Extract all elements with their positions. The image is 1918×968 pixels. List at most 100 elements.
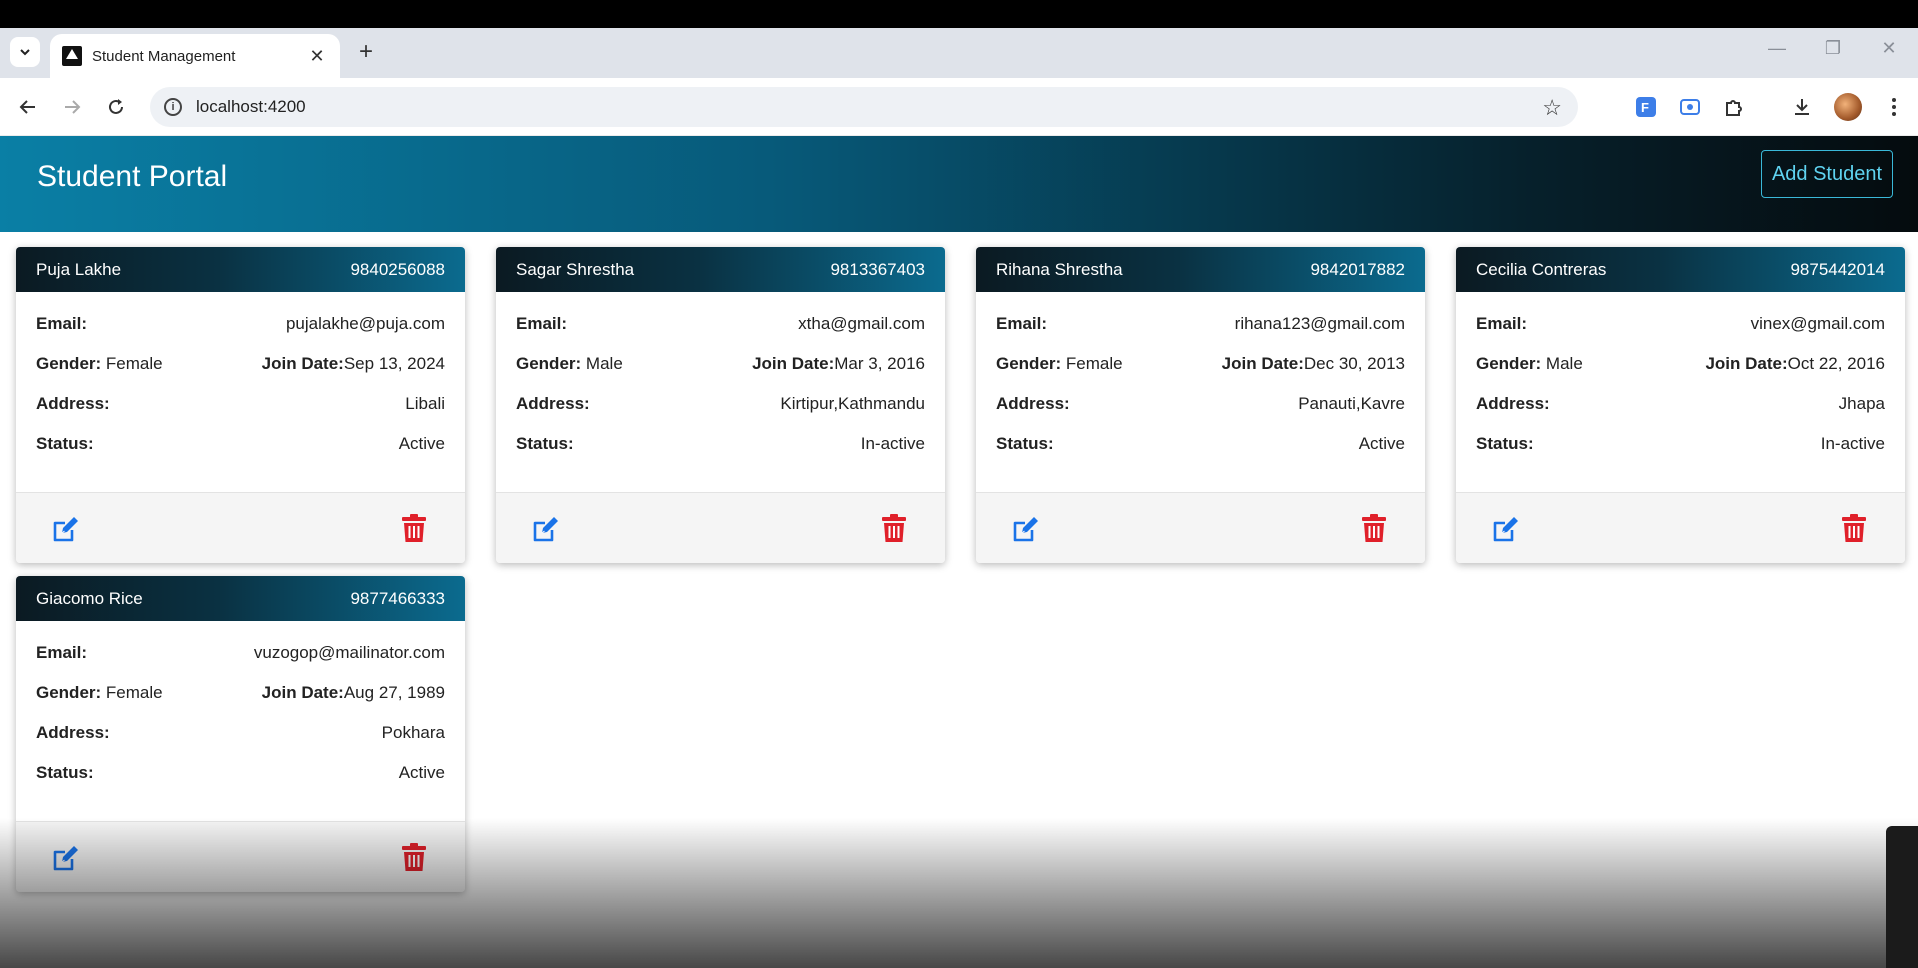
student-phone: 9842017882 [1310, 259, 1405, 279]
card-body: Email: vuzogop@mailinator.com Gender: Fe… [16, 621, 465, 821]
gender-value: Female [1065, 354, 1123, 373]
card-actions [1456, 492, 1905, 563]
extension-f-icon[interactable]: F [1632, 93, 1660, 121]
card-header: Sagar Shrestha 9813367403 [496, 247, 945, 292]
profile-avatar[interactable] [1834, 93, 1862, 121]
card-actions [16, 492, 465, 563]
student-name: Puja Lakhe [36, 259, 122, 279]
tab-title: Student Management [92, 47, 236, 65]
email-label: Email: [516, 314, 568, 333]
trash-icon[interactable] [880, 513, 908, 543]
status-label: Status: [996, 434, 1054, 453]
join-date-label: Join Date: [261, 354, 344, 373]
edit-icon[interactable] [530, 513, 562, 545]
gender-value: Male [1545, 354, 1583, 373]
restore-icon[interactable]: ❐ [1818, 38, 1848, 59]
site-favicon-icon [62, 46, 82, 66]
join-date-label: Join Date: [261, 683, 344, 702]
email-label: Email: [996, 314, 1048, 333]
trash-icon[interactable] [1840, 513, 1868, 543]
email-row: Email: vuzogop@mailinator.com [36, 633, 445, 673]
edit-icon[interactable] [50, 513, 82, 545]
join-date-value: Dec 30, 2013 [1303, 354, 1405, 373]
join-group: Join Date:Oct 22, 2016 [1705, 354, 1885, 374]
chevron-down-icon [20, 49, 30, 56]
card-body: Email: pujalakhe@puja.com Gender: Female… [16, 292, 465, 492]
email-row: Email: pujalakhe@puja.com [36, 304, 445, 344]
student-card: Sagar Shrestha 9813367403 Email: xtha@gm… [496, 247, 945, 563]
download-icon[interactable] [1788, 93, 1816, 121]
email-row: Email: xtha@gmail.com [516, 304, 925, 344]
student-card: Cecilia Contreras 9875442014 Email: vine… [1456, 247, 1905, 563]
status-row: Status: Active [996, 424, 1405, 464]
address-row: Address: Kirtipur,Kathmandu [516, 384, 925, 424]
join-date-label: Join Date: [1221, 354, 1304, 373]
url-text: localhost:4200 [196, 97, 306, 116]
forward-arrow-icon[interactable] [58, 93, 86, 121]
edit-icon[interactable] [1010, 513, 1042, 545]
card-header: Puja Lakhe 9840256088 [16, 247, 465, 292]
screen-record-icon[interactable] [1676, 93, 1704, 121]
student-phone: 9840256088 [350, 259, 445, 279]
site-info-icon[interactable]: i [164, 98, 182, 116]
edit-icon[interactable] [50, 842, 82, 874]
add-student-button[interactable]: Add Student [1761, 150, 1893, 198]
address-value: Libali [405, 394, 445, 413]
gender-join-row: Gender: Male Join Date:Mar 3, 2016 [516, 344, 925, 384]
gender-value: Female [105, 354, 163, 373]
address-label: Address: [36, 394, 110, 413]
tab-search-button[interactable] [10, 37, 40, 67]
email-label: Email: [1476, 314, 1528, 333]
join-group: Join Date:Aug 27, 1989 [262, 683, 445, 703]
join-date-value: Aug 27, 1989 [343, 683, 445, 702]
status-value: Active [398, 763, 445, 782]
gender-value: Female [105, 683, 163, 702]
join-group: Join Date:Mar 3, 2016 [752, 354, 925, 374]
back-arrow-icon[interactable] [14, 93, 42, 121]
gender-value: Male [585, 354, 623, 373]
browser-menu-icon[interactable] [1880, 93, 1908, 121]
card-header: Giacomo Rice 9877466333 [16, 576, 465, 621]
gender-group: Gender: Female [996, 354, 1123, 374]
status-value: In-active [1820, 434, 1885, 453]
gender-join-row: Gender: Female Join Date:Dec 30, 2013 [996, 344, 1405, 384]
reload-icon[interactable] [102, 93, 130, 121]
trash-icon[interactable] [400, 513, 428, 543]
tab-close-icon[interactable]: ✕ [306, 46, 328, 67]
gender-join-row: Gender: Female Join Date:Aug 27, 1989 [36, 673, 445, 713]
edit-icon[interactable] [1490, 513, 1522, 545]
trash-icon[interactable] [1360, 513, 1388, 543]
browser-tab[interactable]: Student Management ✕ [50, 34, 340, 78]
status-value: Active [398, 434, 445, 453]
new-tab-plus-icon[interactable]: + [352, 38, 380, 66]
app-header: Student Portal Add Student [0, 136, 1918, 232]
minimize-icon[interactable]: — [1762, 38, 1792, 59]
card-actions [16, 821, 465, 892]
gender-group: Gender: Male [516, 354, 623, 374]
address-bar[interactable]: i localhost:4200 ☆ [150, 87, 1578, 127]
email-row: Email: rihana123@gmail.com [996, 304, 1405, 344]
card-header: Rihana Shrestha 9842017882 [976, 247, 1425, 292]
extensions-puzzle-icon[interactable] [1720, 93, 1748, 121]
window-close-icon[interactable]: ✕ [1874, 38, 1904, 59]
page-title: Student Portal [37, 160, 228, 193]
gender-label: Gender: [36, 683, 102, 702]
gender-group: Gender: Female [36, 354, 163, 374]
email-value: xtha@gmail.com [798, 314, 925, 333]
student-phone: 9875442014 [1790, 259, 1885, 279]
status-row: Status: Active [36, 424, 445, 464]
svg-text:F: F [1641, 100, 1649, 115]
student-name: Cecilia Contreras [1476, 259, 1607, 279]
email-row: Email: vinex@gmail.com [1476, 304, 1885, 344]
email-label: Email: [36, 314, 88, 333]
status-label: Status: [36, 434, 94, 453]
screen-top-bar [0, 0, 1918, 28]
bookmark-star-icon[interactable]: ☆ [1542, 95, 1562, 121]
address-value: Jhapa [1838, 394, 1885, 413]
gender-join-row: Gender: Female Join Date:Sep 13, 2024 [36, 344, 445, 384]
address-label: Address: [996, 394, 1070, 413]
student-phone: 9813367403 [830, 259, 925, 279]
trash-icon[interactable] [400, 842, 428, 872]
card-body: Email: vinex@gmail.com Gender: Male Join… [1456, 292, 1905, 492]
status-row: Status: In-active [516, 424, 925, 464]
